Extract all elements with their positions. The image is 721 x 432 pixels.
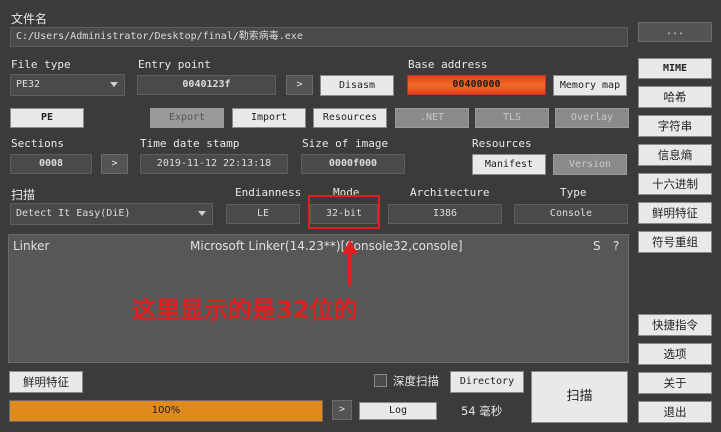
result-info-button[interactable]: ? xyxy=(613,239,619,253)
export-button[interactable]: Export xyxy=(150,108,224,128)
file-type-select[interactable]: PE32 xyxy=(10,74,125,96)
sections-go-button[interactable]: > xyxy=(101,154,128,174)
mime-button[interactable]: MIME xyxy=(638,58,712,79)
symbols-button[interactable]: 符号重组 xyxy=(638,231,712,253)
file-type-label: File type xyxy=(11,58,71,71)
size-of-image-field[interactable]: 0000f000 xyxy=(301,154,405,174)
progress-go-button[interactable]: > xyxy=(332,400,352,420)
directory-button[interactable]: Directory xyxy=(450,371,524,393)
pe-button[interactable]: PE xyxy=(10,108,84,128)
signatures-button[interactable]: 鲜明特征 xyxy=(638,202,712,224)
annotation-arrow-icon xyxy=(342,240,358,286)
type-field: Console xyxy=(514,204,628,224)
size-of-image-label: Size of image xyxy=(302,137,389,150)
architecture-label: Architecture xyxy=(410,186,490,199)
overlay-button[interactable]: Overlay xyxy=(555,108,629,128)
result-name: Microsoft Linker(14.23**)[Console32,cons… xyxy=(190,239,463,253)
result-row[interactable]: Linker Microsoft Linker(14.23**)[Console… xyxy=(9,235,628,259)
scan-button[interactable]: 扫描 xyxy=(531,371,628,423)
signatures-bottom-button[interactable]: 鲜明特征 xyxy=(9,371,83,393)
file-path-field[interactable]: C:/Users/Administrator/Desktop/final/勒索病… xyxy=(10,27,628,47)
memory-map-button[interactable]: Memory map xyxy=(553,75,627,96)
chevron-down-icon xyxy=(198,211,206,216)
entry-point-go-button[interactable]: > xyxy=(286,75,313,95)
scan-engine-select[interactable]: Detect It Easy(DiE) xyxy=(10,203,213,225)
hash-button[interactable]: 哈希 xyxy=(638,86,712,108)
result-signature-button[interactable]: S xyxy=(593,239,601,253)
disasm-button[interactable]: Disasm xyxy=(320,75,394,96)
resources-group-label: Resources xyxy=(472,137,532,150)
deep-scan-checkbox[interactable] xyxy=(374,374,387,387)
sections-label: Sections xyxy=(11,137,64,150)
endianness-label: Endianness xyxy=(235,186,302,199)
hex-button[interactable]: 十六进制 xyxy=(638,173,712,195)
exit-button[interactable]: 退出 xyxy=(638,401,712,423)
time-date-stamp-field[interactable]: 2019-11-12 22:13:18 xyxy=(140,154,288,174)
deep-scan-label: 深度扫描 xyxy=(393,374,439,388)
sections-field[interactable]: 0008 xyxy=(10,154,92,174)
scan-label: 扫描 xyxy=(11,188,36,202)
endianness-field: LE xyxy=(226,204,300,224)
entry-point-field[interactable]: 0040123f xyxy=(137,75,276,95)
manifest-button[interactable]: Manifest xyxy=(472,154,546,175)
tls-button[interactable]: TLS xyxy=(475,108,549,128)
annotation-highlight-box xyxy=(308,195,380,229)
entropy-button[interactable]: 信息熵 xyxy=(638,144,712,166)
file-name-label: 文件名 xyxy=(11,12,48,26)
import-button[interactable]: Import xyxy=(232,108,306,128)
about-button[interactable]: 关于 xyxy=(638,372,712,394)
shortcuts-button[interactable]: 快捷指令 xyxy=(638,314,712,336)
browse-button[interactable]: ... xyxy=(638,22,712,42)
strings-button[interactable]: 字符串 xyxy=(638,115,712,137)
progress-text: 100% xyxy=(151,405,181,416)
type-label: Type xyxy=(560,186,587,199)
log-button[interactable]: Log xyxy=(359,402,437,420)
time-date-stamp-label: Time date stamp xyxy=(140,137,240,150)
resources-button[interactable]: Resources xyxy=(313,108,387,128)
file-type-value: PE32 xyxy=(16,79,41,90)
result-kind: Linker xyxy=(13,239,50,253)
architecture-field: I386 xyxy=(388,204,502,224)
chevron-down-icon xyxy=(110,82,118,87)
entry-point-label: Entry point xyxy=(138,58,211,71)
base-address-field[interactable]: 00400000 xyxy=(407,75,546,95)
progress-bar: 100% xyxy=(9,400,323,422)
options-button[interactable]: 选项 xyxy=(638,343,712,365)
net-button[interactable]: .NET xyxy=(395,108,469,128)
version-button[interactable]: Version xyxy=(553,154,627,175)
scan-time-label: 54 毫秒 xyxy=(461,404,503,418)
annotation-text: 这里显示的是32位的 xyxy=(132,296,358,324)
scan-engine-value: Detect It Easy(DiE) xyxy=(16,208,131,219)
base-address-label: Base address xyxy=(408,58,488,71)
